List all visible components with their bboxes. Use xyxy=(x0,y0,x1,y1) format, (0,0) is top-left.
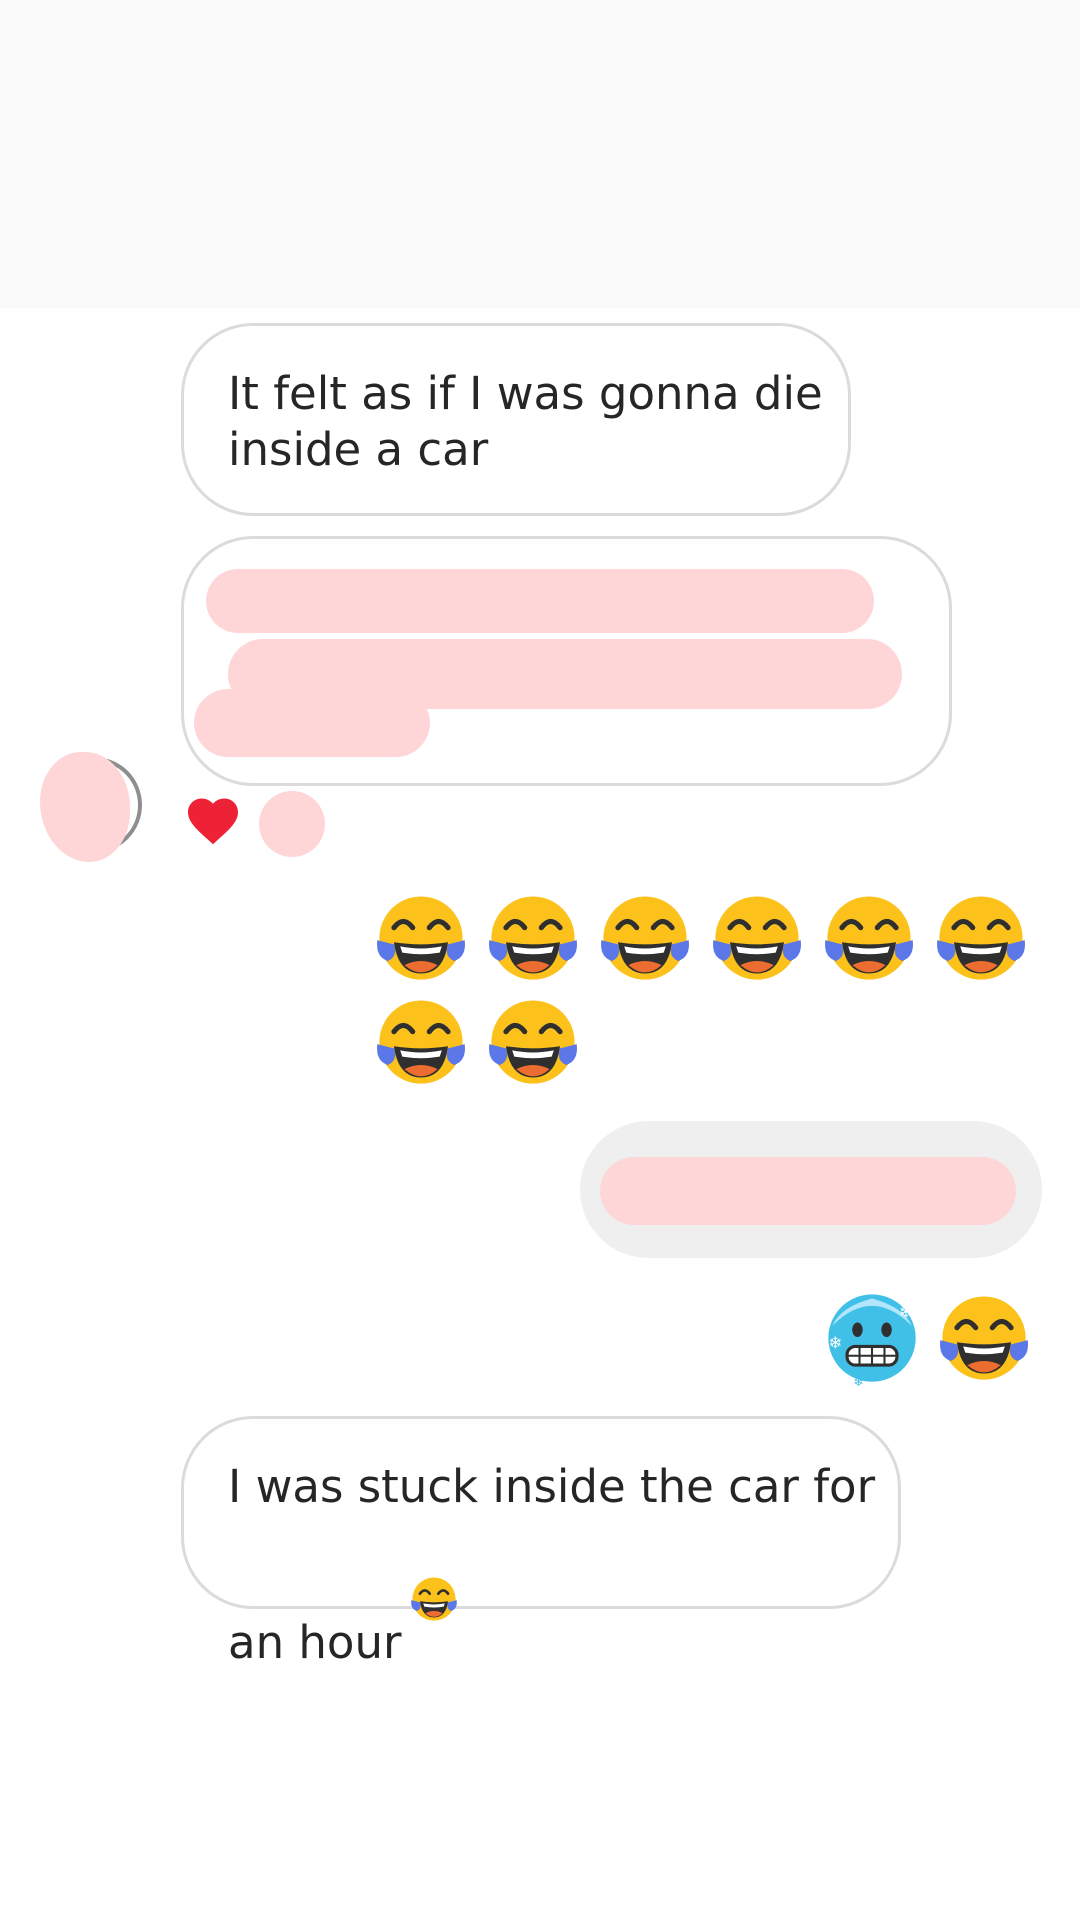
svg-text:❄: ❄ xyxy=(899,1302,913,1321)
received-message-bubble[interactable]: It felt as if I was gonna die inside a c… xyxy=(181,323,851,516)
face-with-tears-of-joy-icon xyxy=(481,988,585,1092)
message-text: I was stuck inside the car for an hour xyxy=(228,1459,875,1671)
redacted-text-line xyxy=(600,1157,1016,1225)
message-text: It felt as if I was gonna die inside a c… xyxy=(228,367,823,476)
redacted-text-line xyxy=(206,569,874,633)
face-with-tears-of-joy-icon xyxy=(817,884,921,988)
header-area xyxy=(0,0,1080,308)
received-message-bubble[interactable]: I was stuck inside the car for an hour xyxy=(181,1416,901,1669)
heart-icon[interactable] xyxy=(183,791,243,851)
message-text-content: I was stuck inside the car for an hour xyxy=(228,1460,876,1669)
face-with-tears-of-joy-icon xyxy=(369,988,473,1092)
face-with-tears-of-joy-icon xyxy=(705,884,809,988)
face-with-tears-of-joy-icon xyxy=(481,884,585,988)
avatar-redaction xyxy=(40,752,130,862)
face-with-tears-of-joy-icon xyxy=(369,884,473,988)
svg-text:❄: ❄ xyxy=(853,1374,863,1388)
face-with-tears-of-joy-icon xyxy=(407,1515,461,1621)
face-with-tears-of-joy-icon xyxy=(593,884,697,988)
face-with-tears-of-joy-icon xyxy=(929,884,1033,988)
svg-text:❄: ❄ xyxy=(828,1333,842,1352)
reaction-count-redaction xyxy=(259,791,325,857)
face-with-tears-of-joy-icon xyxy=(932,1284,1036,1388)
received-message-bubble-redacted[interactable] xyxy=(181,536,952,786)
sent-message-bubble-redacted[interactable] xyxy=(580,1121,1042,1258)
redacted-text-line xyxy=(194,689,430,757)
cold-face-icon: ❄ ❄ ❄ xyxy=(820,1284,924,1388)
